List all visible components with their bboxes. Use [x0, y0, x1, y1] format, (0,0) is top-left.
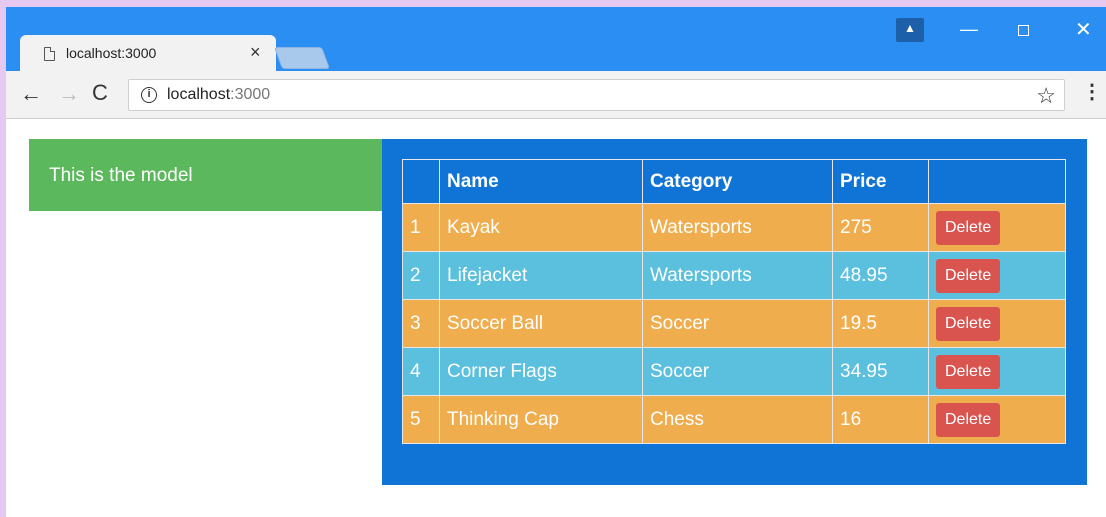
cell-name: Corner Flags: [439, 347, 643, 396]
cell-category: Watersports: [642, 251, 833, 300]
address-bar[interactable]: i localhost:3000 ☆: [128, 79, 1065, 111]
cell-name: Thinking Cap: [439, 395, 643, 444]
header-category: Category: [642, 159, 833, 204]
tab-close-icon[interactable]: ×: [250, 42, 261, 62]
cell-category: Soccer: [642, 299, 833, 348]
delete-button[interactable]: Delete: [936, 402, 1001, 437]
table-row: 4 Corner Flags Soccer 34.95 Delete: [402, 347, 1066, 396]
cell-action: Delete: [928, 203, 1066, 252]
browser-menu-icon[interactable]: ⋮: [1082, 79, 1102, 104]
table-row: 1 Kayak Watersports 275 Delete: [402, 203, 1066, 252]
url-text[interactable]: localhost:3000: [167, 86, 270, 104]
delete-button[interactable]: Delete: [936, 354, 1001, 389]
cell-index: 4: [402, 347, 440, 396]
table-header-row: Name Category Price: [402, 159, 1066, 204]
cell-price: 48.95: [832, 251, 929, 300]
header-index: [402, 159, 440, 204]
cell-price: 19.5: [832, 299, 929, 348]
header-actions: [928, 159, 1066, 204]
browser-titlebar: localhost:3000 × ▲ — ✕: [6, 7, 1106, 78]
cell-action: Delete: [928, 251, 1066, 300]
table-row: 5 Thinking Cap Chess 16 Delete: [402, 395, 1066, 444]
cell-price: 275: [832, 203, 929, 252]
delete-button[interactable]: Delete: [936, 258, 1001, 293]
bookmark-star-icon[interactable]: ☆: [1036, 83, 1056, 109]
new-tab-button[interactable]: [273, 47, 331, 69]
cell-action: Delete: [928, 347, 1066, 396]
profile-button[interactable]: ▲: [896, 18, 924, 42]
window-edge-top: [6, 0, 1106, 7]
model-panel: This is the model: [29, 139, 382, 211]
cell-category: Chess: [642, 395, 833, 444]
minimize-icon[interactable]: —: [960, 19, 978, 40]
cell-index: 3: [402, 299, 440, 348]
cell-action: Delete: [928, 299, 1066, 348]
cell-category: Watersports: [642, 203, 833, 252]
info-icon[interactable]: i: [141, 87, 157, 103]
reload-icon[interactable]: C: [92, 80, 108, 106]
browser-toolbar: ← → C i localhost:3000 ☆ ⋮: [6, 71, 1106, 119]
page-icon: [44, 47, 55, 61]
delete-button[interactable]: Delete: [936, 210, 1001, 245]
back-arrow-icon[interactable]: ←: [20, 81, 42, 107]
cell-action: Delete: [928, 395, 1066, 444]
products-table: Name Category Price 1 Kayak Watersports …: [402, 159, 1066, 444]
tab-title: localhost:3000: [66, 45, 157, 61]
profile-icon: ▲: [904, 21, 916, 35]
cell-name: Soccer Ball: [439, 299, 643, 348]
forward-arrow-icon[interactable]: →: [58, 81, 80, 107]
cell-index: 2: [402, 251, 440, 300]
table-row: 3 Soccer Ball Soccer 19.5 Delete: [402, 299, 1066, 348]
cell-category: Soccer: [642, 347, 833, 396]
table-row: 2 Lifejacket Watersports 48.95 Delete: [402, 251, 1066, 300]
cell-price: 16: [832, 395, 929, 444]
cell-name: Lifejacket: [439, 251, 643, 300]
model-panel-text: This is the model: [49, 165, 193, 186]
cell-name: Kayak: [439, 203, 643, 252]
cell-price: 34.95: [832, 347, 929, 396]
table-panel: Name Category Price 1 Kayak Watersports …: [382, 139, 1087, 485]
maximize-icon[interactable]: [1018, 25, 1029, 36]
delete-button[interactable]: Delete: [936, 306, 1001, 341]
url-host: localhost: [167, 86, 231, 103]
cell-index: 5: [402, 395, 440, 444]
cell-index: 1: [402, 203, 440, 252]
header-price: Price: [832, 159, 929, 204]
close-window-icon[interactable]: ✕: [1075, 17, 1092, 42]
header-name: Name: [439, 159, 643, 204]
url-port: :3000: [230, 86, 271, 103]
